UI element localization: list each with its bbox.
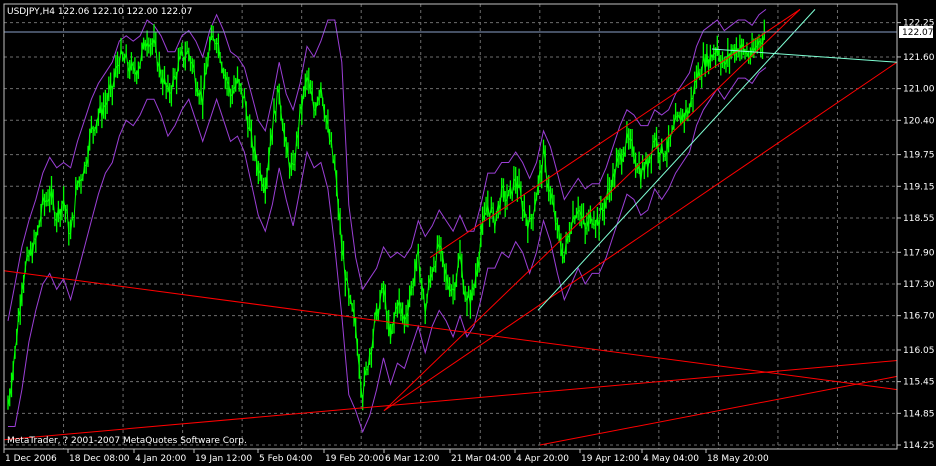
y-tick-label: 114.85: [903, 409, 935, 419]
chart-title: USDJPY,H4 122.06 122.10 122.00 122.07: [7, 7, 192, 17]
y-tick-label: 117.30: [903, 280, 935, 290]
y-tick-label: 117.90: [903, 248, 935, 258]
y-tick-label: 121.00: [903, 85, 935, 95]
x-tick-label: 21 Mar 04:00: [451, 454, 511, 464]
x-tick-label: 19 Feb 20:00: [325, 454, 384, 464]
x-tick-label: 4 Apr 20:00: [516, 454, 569, 464]
y-tick-label: 114.25: [903, 441, 935, 451]
y-tick-label: 119.15: [903, 182, 935, 192]
x-tick-label: 6 Mar 12:00: [385, 454, 440, 464]
price-chart[interactable]: 122.25121.60121.00120.40119.75119.15118.…: [0, 0, 936, 466]
y-tick-label: 119.75: [903, 151, 935, 161]
current-price-marker: 122.07: [899, 26, 934, 38]
y-tick-label: 116.05: [903, 346, 935, 356]
y-tick-label: 121.60: [903, 53, 935, 63]
x-tick-label: 18 Dec 08:00: [69, 454, 130, 464]
y-tick-label: 118.55: [903, 214, 935, 224]
copyright-text: MetaTrader, ? 2001-2007 MetaQuotes Softw…: [7, 436, 247, 446]
x-tick-label: 4 Jan 20:00: [135, 454, 187, 464]
x-tick-label: 4 May 04:00: [643, 454, 699, 464]
x-tick-label: 1 Dec 2006: [5, 454, 57, 464]
current-price-label: 122.07: [902, 28, 934, 38]
x-tick-label: 5 Feb 04:00: [259, 454, 313, 464]
y-tick-label: 120.40: [903, 116, 935, 126]
y-tick-label: 115.45: [903, 378, 935, 388]
x-tick-label: 19 Jan 12:00: [195, 454, 252, 464]
y-tick-label: 116.70: [903, 312, 935, 322]
x-tick-label: 19 Apr 12:00: [581, 454, 640, 464]
x-tick-label: 18 May 20:00: [707, 454, 769, 464]
